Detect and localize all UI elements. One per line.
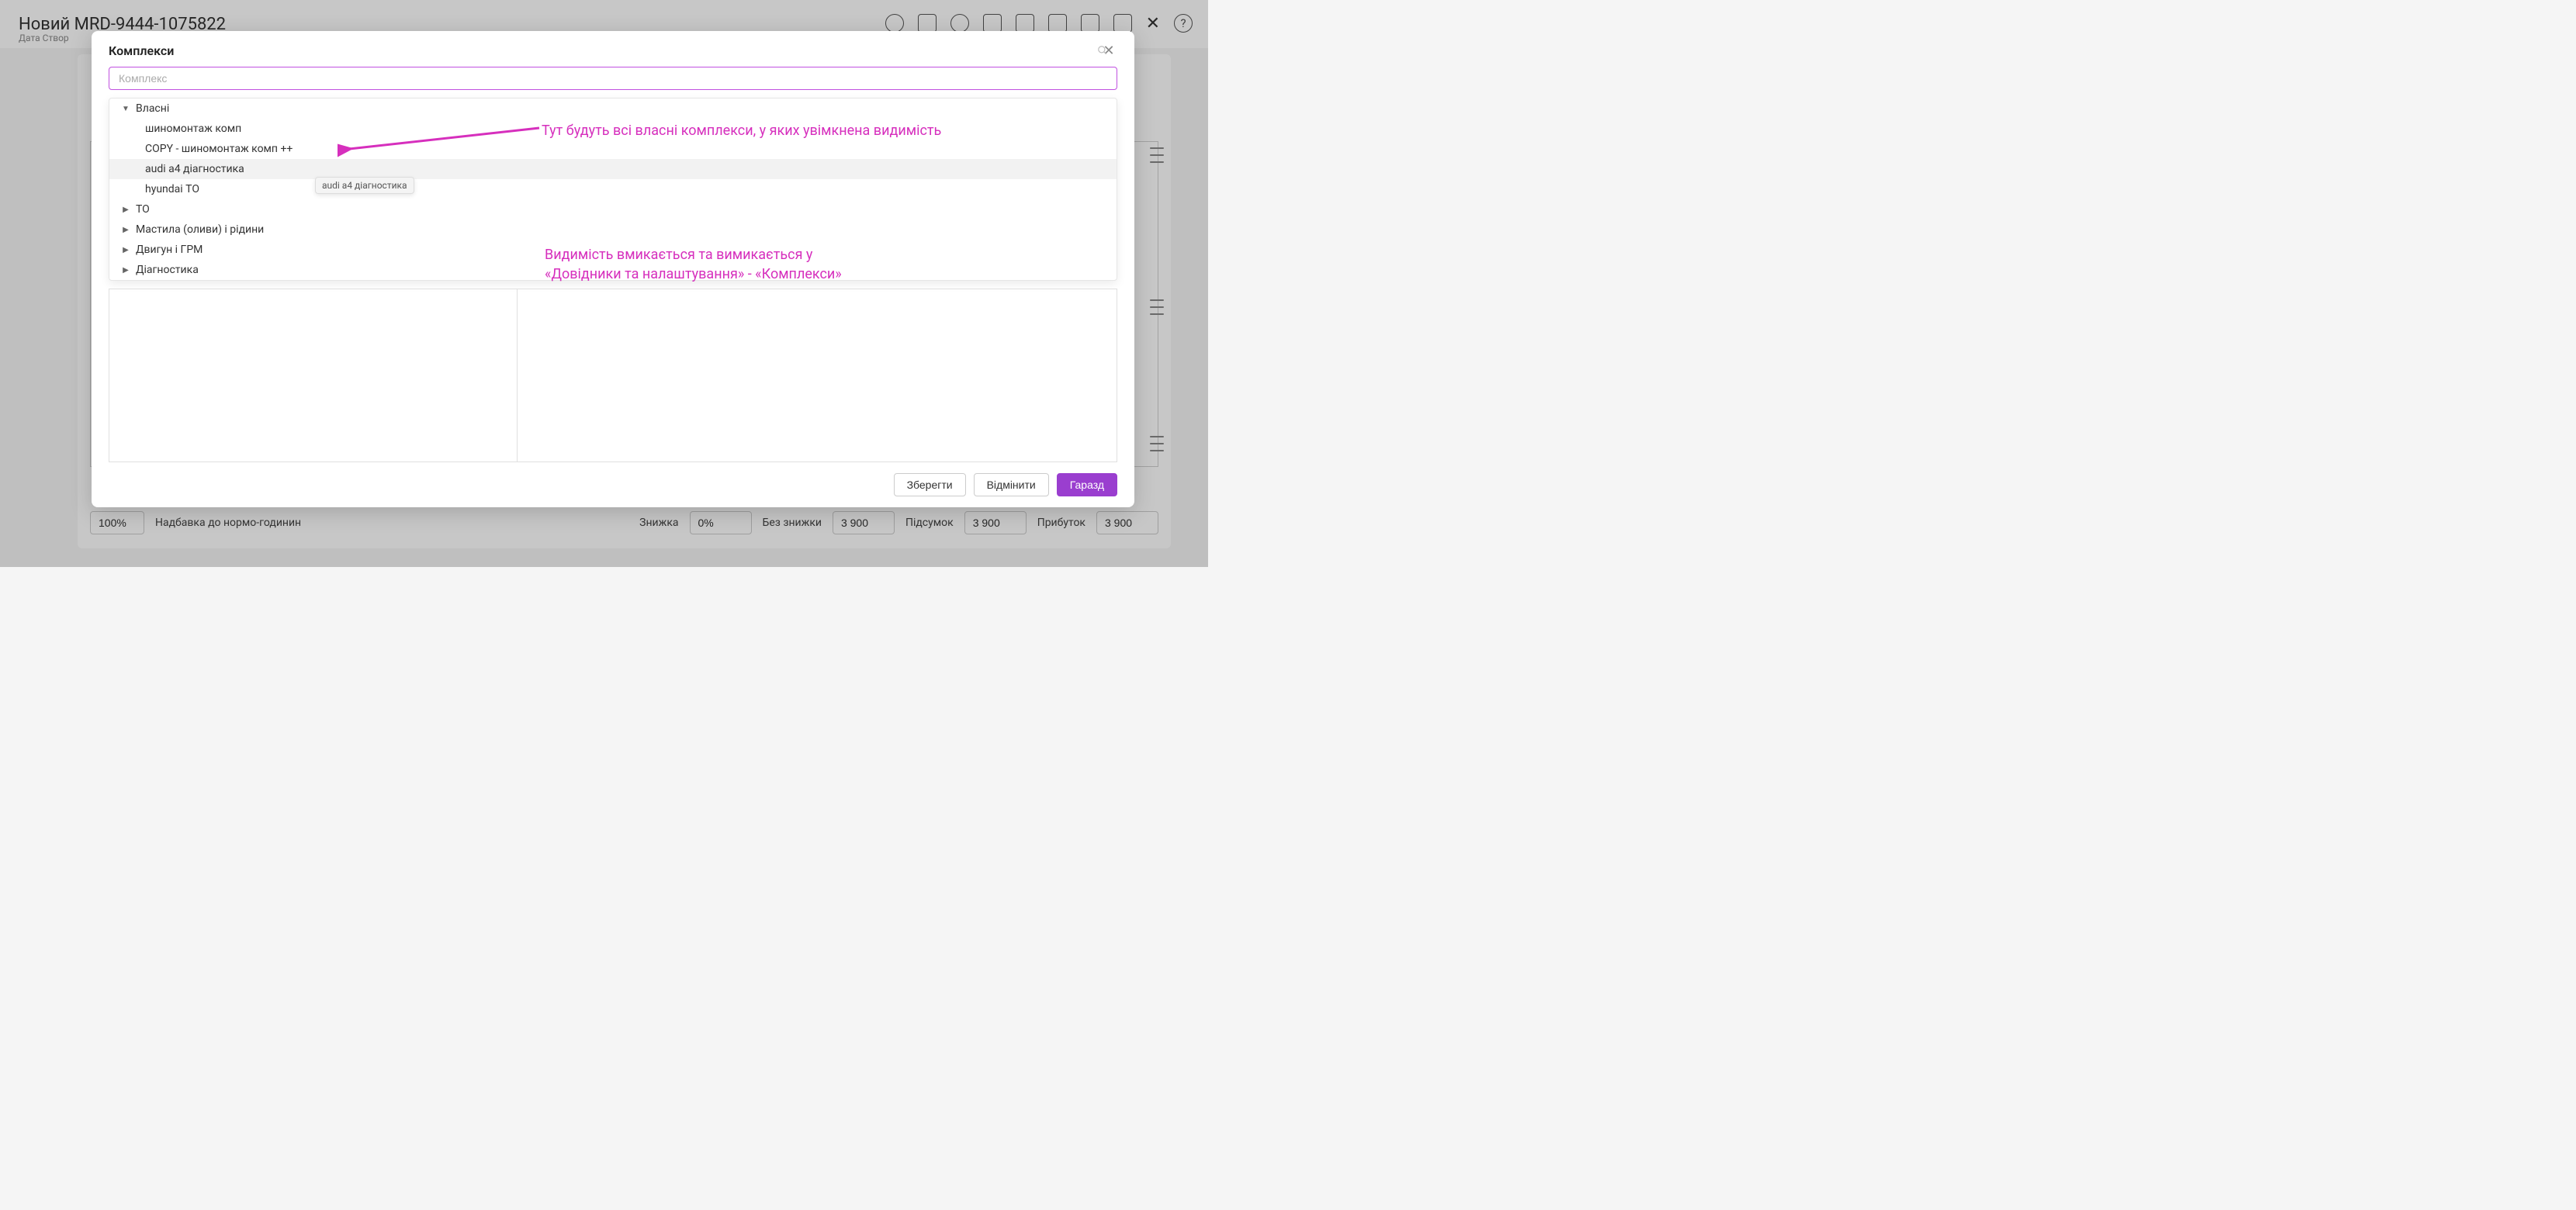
search-wrap: [92, 67, 1134, 98]
caret-right-icon: ▶: [122, 246, 130, 254]
modal-header: Комплекси ✕: [92, 31, 1134, 67]
caret-right-icon: ▶: [122, 266, 130, 274]
tree-group[interactable]: ▶ ТО: [109, 199, 1117, 220]
caret-down-icon: ▼: [122, 105, 130, 112]
modal-footer: Зберегти Відмінити Гаразд: [92, 462, 1134, 507]
ok-button[interactable]: Гаразд: [1057, 473, 1117, 496]
tree-item-hovered[interactable]: audi a4 діагностика: [109, 159, 1117, 179]
tree-group-own[interactable]: ▼ Власні: [109, 99, 1117, 119]
caret-right-icon: ▶: [122, 226, 130, 233]
caret-right-icon: ▶: [122, 206, 130, 213]
tree-group[interactable]: ▶ Двигун і ГРМ: [109, 240, 1117, 260]
tree-item[interactable]: шиномонтаж комп: [109, 119, 1117, 139]
complex-search-input[interactable]: [109, 67, 1117, 90]
modal-left-pane: [109, 289, 518, 462]
tree-group-label: Діагностика: [136, 264, 199, 276]
cancel-button[interactable]: Відмінити: [974, 473, 1049, 496]
tree-item[interactable]: COPY - шиномонтаж комп ++: [109, 139, 1117, 159]
tree-group[interactable]: ▶ Мастила (оливи) і рідини: [109, 220, 1117, 240]
tree-group-label: Власні: [136, 102, 169, 115]
tree-dropdown: ▼ Власні шиномонтаж комп COPY - шиномонт…: [109, 98, 1117, 281]
tree-group[interactable]: ▶ Діагностика: [109, 260, 1117, 280]
search-icon: [1097, 45, 1108, 59]
modal-right-pane: [518, 289, 1117, 462]
save-button[interactable]: Зберегти: [894, 473, 966, 496]
tree-group-label: ТО: [136, 203, 150, 216]
hover-tooltip: audi a4 діагностика: [315, 177, 414, 194]
modal-title: Комплекси: [109, 43, 174, 58]
tree-group-label: Мастила (оливи) і рідини: [136, 223, 264, 236]
complexes-modal: Комплекси ✕ ▼ Власні шиномонтаж комп COP…: [92, 31, 1134, 507]
tree-item[interactable]: hyundai ТО: [109, 179, 1117, 199]
modal-body-split: [109, 289, 1117, 462]
tree-group-label: Двигун і ГРМ: [136, 244, 203, 256]
